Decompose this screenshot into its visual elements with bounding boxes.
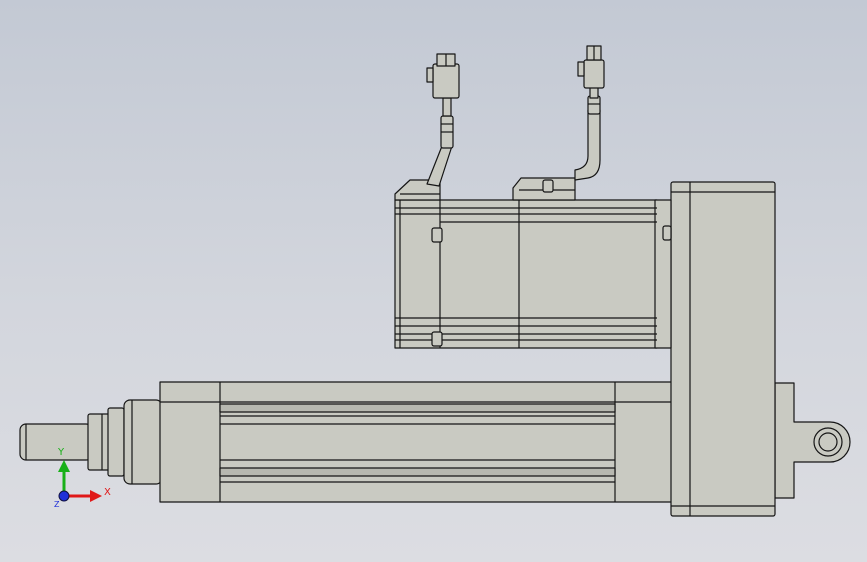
power-cable [426, 53, 460, 187]
servo-motor [394, 199, 672, 349]
z-axis-label: Z [54, 500, 60, 509]
cad-viewport[interactable]: X Y Z [0, 0, 867, 562]
linear-actuator-model[interactable] [0, 0, 867, 562]
gear-housing [670, 181, 776, 517]
encoder-connector-housing [512, 177, 576, 201]
rod-end [19, 407, 125, 477]
encoder-cable [574, 45, 605, 181]
z-axis-dot [58, 490, 70, 502]
actuator-body [159, 381, 681, 503]
y-axis-label: Y [58, 447, 65, 458]
front-flange [123, 399, 163, 485]
rear-clevis [774, 382, 851, 499]
x-axis-label: X [104, 487, 111, 498]
